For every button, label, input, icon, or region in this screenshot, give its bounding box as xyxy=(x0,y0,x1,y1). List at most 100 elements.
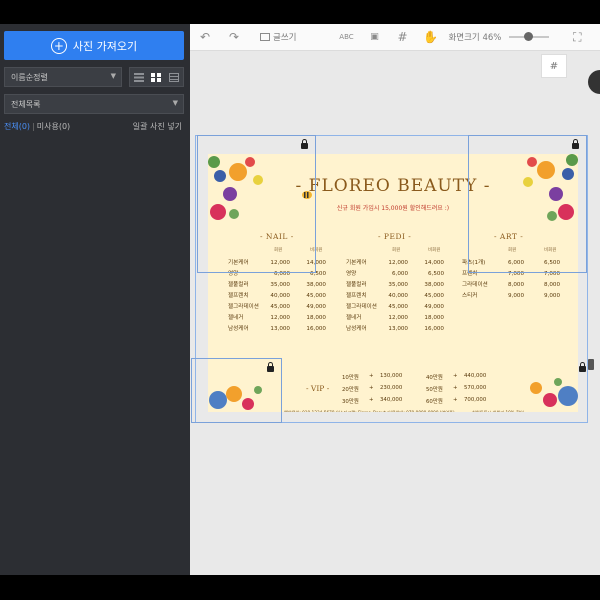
side-panel-button[interactable] xyxy=(588,70,600,94)
lock-icon[interactable] xyxy=(301,139,308,149)
abc-icon[interactable]: ABC xyxy=(332,33,360,41)
vip-tier: 30만원 xyxy=(342,399,359,405)
undo-icon[interactable]: ↶ xyxy=(190,30,220,44)
member-price: 45,000 xyxy=(270,304,290,310)
flower-bottom-right xyxy=(530,378,578,407)
sort-select[interactable]: 이름순정렬 ▼ xyxy=(4,67,122,87)
vip-tier: 40만원 xyxy=(426,375,443,381)
place-all-photos-link[interactable]: 일괄 사진 넣기 xyxy=(133,121,182,132)
editor-toolbar: ↶ ↷ 글쓰기 ABC ▣ # ✋ 화면크기 46% ⛶ xyxy=(190,24,600,51)
service-name: 남성케어 xyxy=(346,326,367,332)
nonmember-price: 6,500 xyxy=(427,271,444,277)
member-price: 40,000 xyxy=(270,293,290,299)
vip-tier: 10만원 xyxy=(342,375,359,381)
view-toggle xyxy=(129,67,184,87)
price-row: 젤네거 12,000 18,000 xyxy=(228,313,338,323)
price-row: 젤풀컬러 35,000 38,000 xyxy=(346,280,456,290)
list-view-icon[interactable] xyxy=(133,72,144,82)
write-text-button[interactable]: 글쓰기 xyxy=(260,31,296,43)
nonmember-price: 45,000 xyxy=(424,293,444,299)
lock-icon[interactable] xyxy=(572,139,579,149)
footer-item: 이용안내: 070-0000-0000 (영업중) xyxy=(388,410,455,412)
vip-value: 130,000 xyxy=(380,373,403,379)
vip-tier: 20만원 xyxy=(342,387,359,393)
fit-screen-icon[interactable]: ⛶ xyxy=(567,30,587,45)
vip-value: 700,000 xyxy=(464,397,487,403)
price-row: 젤풀컬러 35,000 38,000 xyxy=(228,280,338,290)
image-icon[interactable]: ▣ xyxy=(360,32,388,42)
hand-icon[interactable]: ✋ xyxy=(416,30,444,44)
image-frame-top-right[interactable] xyxy=(468,135,587,273)
redo-icon[interactable]: ↷ xyxy=(220,30,248,44)
text-box-icon xyxy=(260,33,270,41)
chevron-down-icon: ▼ xyxy=(172,99,178,107)
page-number-button[interactable]: # xyxy=(541,54,567,78)
image-frame-top-left[interactable] xyxy=(197,135,316,273)
price-row: 기본케어 12,000 14,000 xyxy=(346,258,456,268)
member-price: 40,000 xyxy=(388,293,408,299)
service-name: 젤풀컬러 xyxy=(228,282,249,288)
folder-select-value: 전체목록 xyxy=(11,99,41,109)
service-name: 남성케어 xyxy=(228,326,249,332)
vip-plus: + xyxy=(369,397,374,403)
service-name: 기본케어 xyxy=(346,260,367,266)
price-row: 젤그라데이션 45,000 49,000 xyxy=(346,302,456,312)
lock-icon[interactable] xyxy=(579,362,586,372)
footer-item: 예약문의: 010-1234-5678 xyxy=(284,410,334,412)
canvas-scroll-handle[interactable] xyxy=(588,359,594,370)
vip-value: 230,000 xyxy=(380,385,403,391)
zoom-slider-handle[interactable] xyxy=(523,32,533,41)
member-column-head: 회원 xyxy=(392,248,401,253)
section-heading: - PEDI - xyxy=(378,232,412,241)
nonmember-price: 16,000 xyxy=(424,326,444,332)
price-row: 남성케어 13,000 16,000 xyxy=(228,324,338,334)
service-name: 젤그라데이션 xyxy=(346,304,377,310)
nonmember-price: 38,000 xyxy=(306,282,326,288)
vip-plus: + xyxy=(453,373,458,379)
member-price: 12,000 xyxy=(388,315,408,321)
nonmember-price: 45,000 xyxy=(306,293,326,299)
vip-plus: + xyxy=(453,397,458,403)
member-price: 6,000 xyxy=(391,271,408,277)
vip-value: 570,000 xyxy=(464,385,487,391)
vip-plus: + xyxy=(453,385,458,391)
member-price: 9,000 xyxy=(507,293,524,299)
price-row: 스티커 9,000 9,000 xyxy=(462,291,572,301)
rows-view-icon[interactable] xyxy=(169,72,180,82)
vip-tier: 60만원 xyxy=(426,399,443,405)
import-photos-label: 사진 가져오기 xyxy=(72,39,138,53)
service-name: 그라데이션 xyxy=(462,282,488,288)
grid-icon[interactable]: # xyxy=(388,30,416,44)
member-price: 35,000 xyxy=(270,282,290,288)
filter-unused[interactable]: 미사용(0) xyxy=(37,122,70,131)
service-name: 젤프렌치 xyxy=(228,293,249,299)
vip-plus: + xyxy=(369,373,374,379)
zoom-label: 화면크기 46% xyxy=(448,33,502,43)
filter-all[interactable]: 전체(0) xyxy=(4,122,30,131)
service-name: 젤네거 xyxy=(346,315,362,321)
nonmember-price: 16,000 xyxy=(306,326,326,332)
footer-item: 인스타그램: Floreo_Beauty xyxy=(336,410,388,412)
price-row: 젤네거 12,000 18,000 xyxy=(346,313,456,323)
price-row: 젤프렌치 40,000 45,000 xyxy=(228,291,338,301)
folder-select[interactable]: 전체목록 ▼ xyxy=(4,94,184,114)
lock-icon[interactable] xyxy=(267,362,274,372)
vip-tier: 50만원 xyxy=(426,387,443,393)
photo-sidebar: + 사진 가져오기 이름순정렬 ▼ 전체목록 ▼ 전체(0) | 미사용(0) 일괄… xyxy=(0,24,190,575)
grid-view-icon[interactable] xyxy=(151,72,162,82)
nonmember-price: 49,000 xyxy=(424,304,444,310)
nonmember-price: 9,000 xyxy=(543,293,560,299)
vip-plus: + xyxy=(369,385,374,391)
zoom-slider[interactable] xyxy=(509,32,550,41)
nonmember-price: 49,000 xyxy=(306,304,326,310)
vip-heading: - VIP - xyxy=(306,384,330,393)
nonmember-price: 14,000 xyxy=(424,260,444,266)
import-photos-button[interactable]: + 사진 가져오기 xyxy=(4,31,184,60)
member-price: 12,000 xyxy=(388,260,408,266)
member-price: 8,000 xyxy=(507,282,524,288)
member-price: 13,000 xyxy=(270,326,290,332)
member-price: 12,000 xyxy=(270,315,290,321)
nonmember-price: 18,000 xyxy=(424,315,444,321)
nonmember-column-head: 비회원 xyxy=(428,248,441,253)
service-name: 젤네거 xyxy=(228,315,244,321)
